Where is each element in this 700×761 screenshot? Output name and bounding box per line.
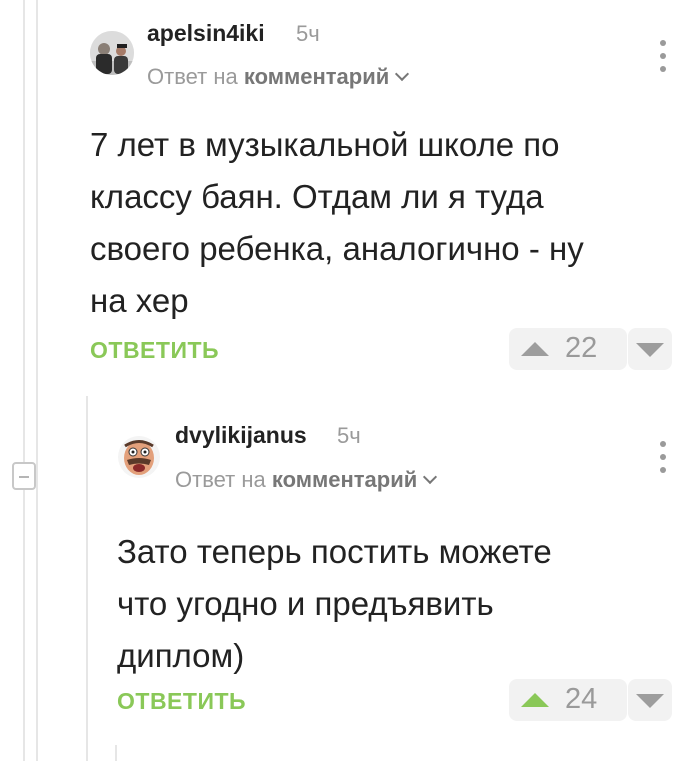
thread-line-outer-lower <box>23 490 25 761</box>
timestamp: 5ч <box>337 423 361 448</box>
comment-text-line: диплом) <box>117 637 245 674</box>
chevron-down-icon <box>423 469 438 485</box>
comment-text: 7 лет в музыкальной школе по классу баян… <box>90 119 584 327</box>
thread-line-inner <box>36 0 38 761</box>
rating-count: 24 <box>565 683 598 715</box>
comment-text-line: классу баян. Отдам ли я туда <box>90 178 544 215</box>
reply-to-prefix: Ответ на <box>175 467 266 492</box>
arrow-down-icon <box>636 343 664 357</box>
cartoon-face-avatar-icon <box>118 436 160 478</box>
thread-line-nested-child <box>115 745 117 761</box>
rating-count: 22 <box>565 332 598 364</box>
thread-line-nested <box>86 396 88 761</box>
timestamp: 5ч <box>296 21 320 46</box>
reply-to-target: комментарий <box>271 467 418 492</box>
collapse-thread-button[interactable] <box>12 462 36 490</box>
comment-text-line: что угодно и предъявить <box>117 585 494 622</box>
avatar[interactable] <box>90 31 134 75</box>
reply-to-link[interactable]: Ответ на комментарий <box>147 64 410 90</box>
username[interactable]: apelsin4iki <box>147 20 265 47</box>
comment-text-line: своего ребенка, аналогично - ну <box>90 230 584 267</box>
arrow-down-icon <box>636 694 664 708</box>
reply-to-link[interactable]: Ответ на комментарий <box>175 467 438 493</box>
more-options-icon[interactable] <box>659 40 667 74</box>
thread-line-outer <box>23 0 25 462</box>
upvote-button[interactable]: 22 <box>509 328 627 370</box>
avatar[interactable] <box>117 435 161 479</box>
username[interactable]: dvylikijanus <box>175 422 307 449</box>
downvote-button[interactable] <box>628 328 672 370</box>
reply-button[interactable]: ОТВЕТИТЬ <box>117 688 246 715</box>
comment-text-line: 7 лет в музыкальной школе по <box>90 126 560 163</box>
more-options-icon[interactable] <box>659 441 667 475</box>
reply-to-prefix: Ответ на <box>147 64 238 89</box>
reply-button[interactable]: ОТВЕТИТЬ <box>90 337 219 364</box>
user-photo-avatar-icon <box>90 31 134 75</box>
upvote-button[interactable]: 24 <box>509 679 627 721</box>
chevron-down-icon <box>395 66 410 82</box>
comment-text: Зато теперь постить можете что угодно и … <box>117 526 552 682</box>
arrow-up-icon <box>521 693 549 707</box>
downvote-button[interactable] <box>628 679 672 721</box>
comment-text-line: на хер <box>90 282 189 319</box>
arrow-up-icon <box>521 342 549 356</box>
reply-to-target: комментарий <box>243 64 390 89</box>
comment-text-line: Зато теперь постить можете <box>117 533 552 570</box>
